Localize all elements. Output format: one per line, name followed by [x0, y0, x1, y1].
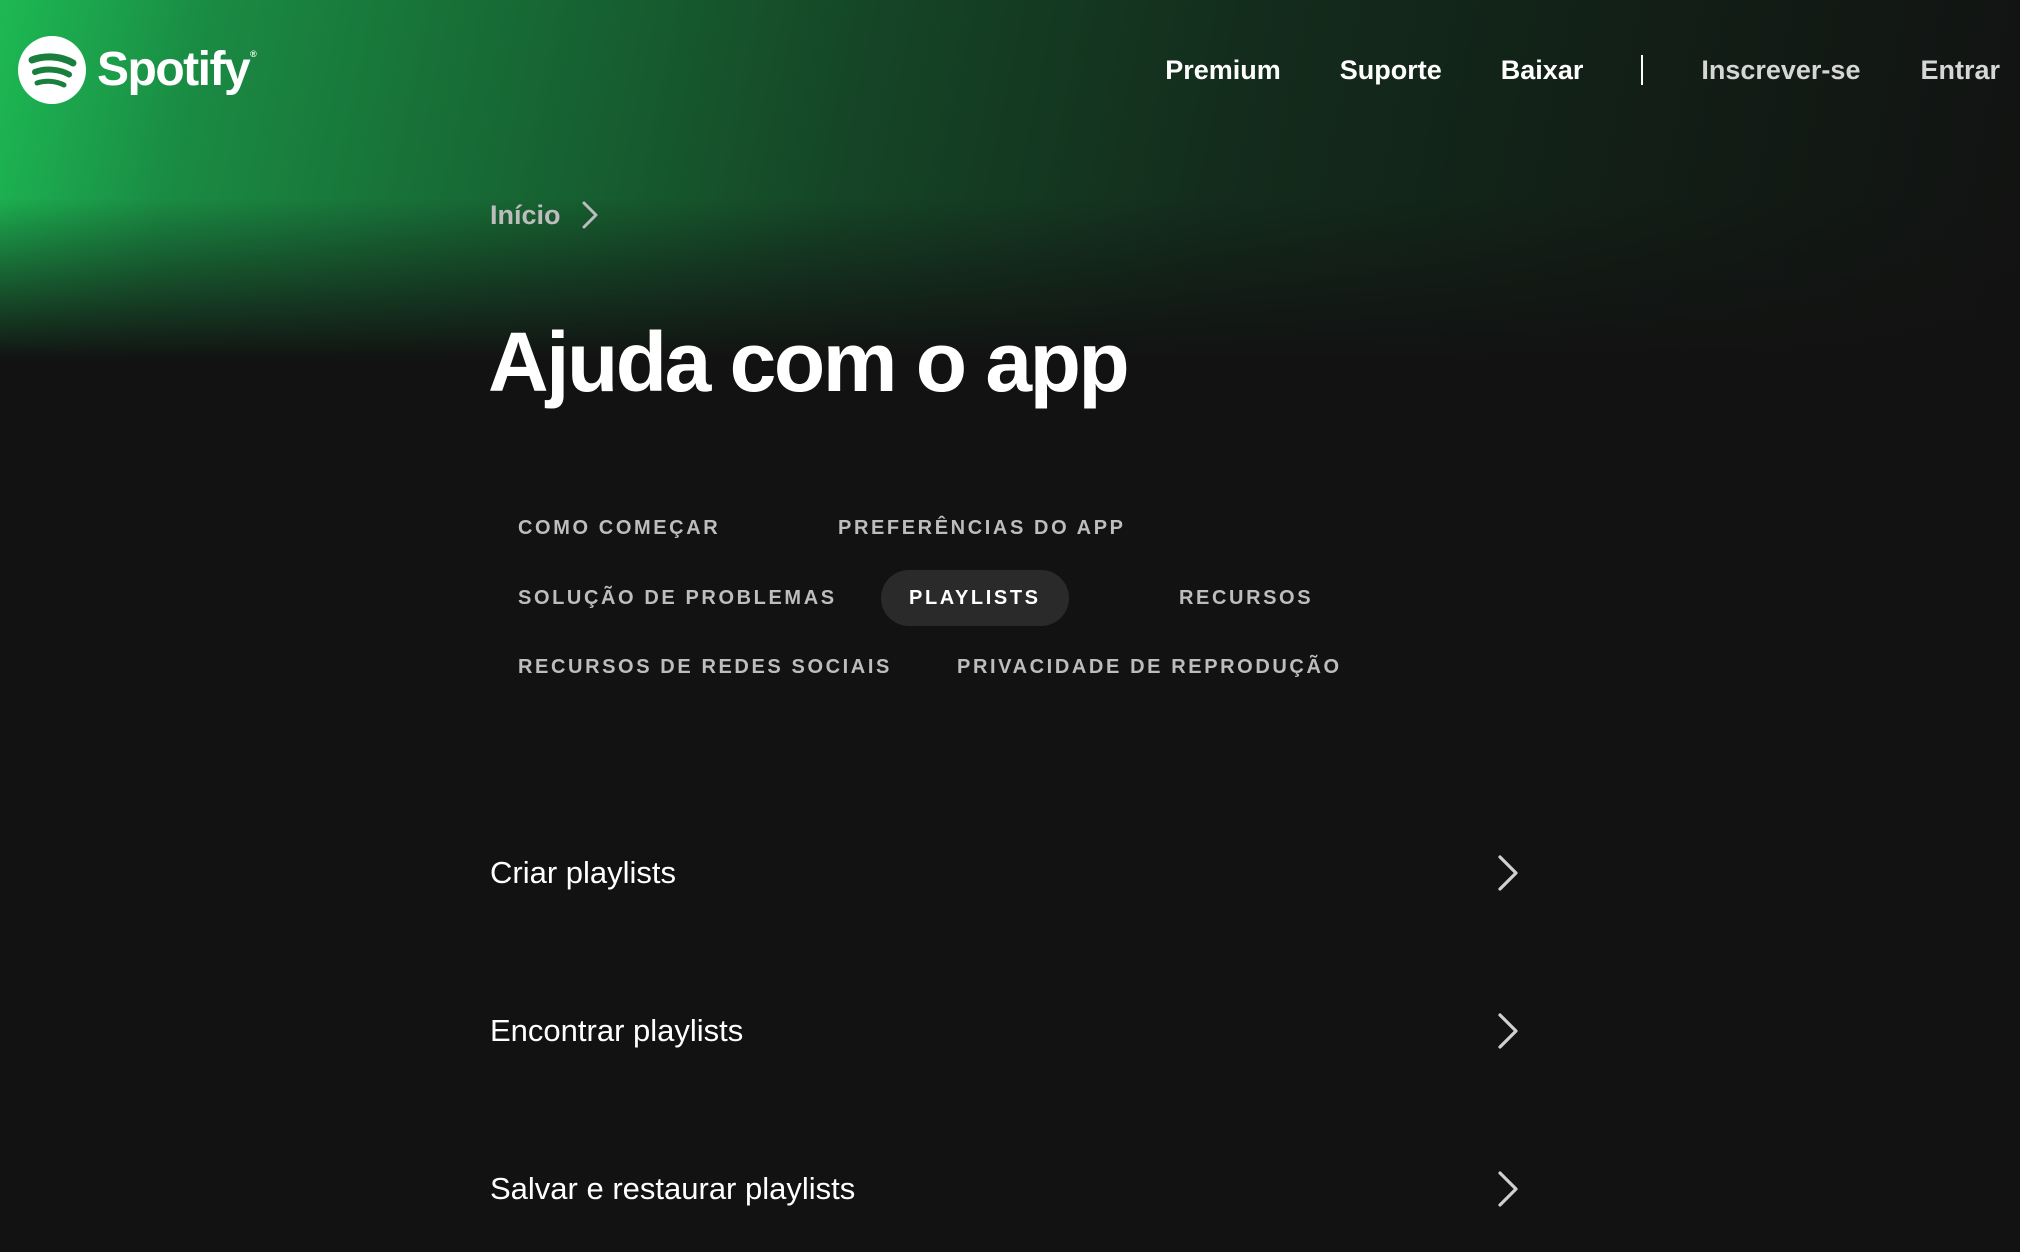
tab-playlists[interactable]: PLAYLISTS — [881, 570, 1069, 626]
spotify-logo-icon — [18, 36, 86, 104]
tab-preferencias-do-app[interactable]: PREFERÊNCIAS DO APP — [810, 500, 1154, 556]
tab-recursos[interactable]: RECURSOS — [1151, 570, 1341, 626]
breadcrumb: Início — [490, 195, 599, 235]
nav-login-link[interactable]: Entrar — [1920, 50, 2000, 90]
article-title: Encontrar playlists — [490, 1013, 744, 1048]
top-navigation: Premium Suporte Baixar Inscrever-se Entr… — [1165, 50, 2000, 90]
nav-divider — [1641, 55, 1644, 85]
page-title: Ajuda com o app — [488, 315, 1130, 409]
chevron-right-icon — [1498, 1013, 1518, 1049]
tab-como-comecar[interactable]: COMO COMEÇAR — [490, 500, 748, 556]
tab-solucao-de-problemas[interactable]: SOLUÇÃO DE PROBLEMAS — [490, 570, 865, 626]
article-row-salvar-e-restaurar-playlists[interactable]: Salvar e restaurar playlists — [490, 1144, 1520, 1234]
nav-support-link[interactable]: Suporte — [1340, 50, 1442, 90]
trademark-symbol: ® — [250, 49, 257, 59]
spotify-logo-link[interactable]: Spotify® — [17, 35, 257, 105]
nav-download-link[interactable]: Baixar — [1501, 50, 1584, 90]
article-title: Criar playlists — [490, 855, 677, 890]
breadcrumb-home-link[interactable]: Início — [490, 195, 561, 235]
chevron-right-icon — [1498, 855, 1518, 891]
tab-recursos-de-redes-sociais[interactable]: RECURSOS DE REDES SOCIAIS — [490, 639, 920, 695]
nav-signup-link[interactable]: Inscrever-se — [1701, 50, 1860, 90]
spotify-wordmark: Spotify® — [97, 43, 257, 96]
chevron-right-icon — [582, 201, 598, 229]
article-row-encontrar-playlists[interactable]: Encontrar playlists — [490, 986, 1520, 1076]
article-row-criar-playlists[interactable]: Criar playlists — [490, 828, 1520, 918]
chevron-right-icon — [1498, 1171, 1518, 1207]
nav-premium-link[interactable]: Premium — [1165, 50, 1281, 90]
tab-privacidade-de-reproducao[interactable]: PRIVACIDADE DE REPRODUÇÃO — [929, 639, 1370, 695]
article-title: Salvar e restaurar playlists — [490, 1171, 856, 1206]
site-header: Spotify® Premium Suporte Baixar Inscreve… — [0, 0, 2020, 140]
